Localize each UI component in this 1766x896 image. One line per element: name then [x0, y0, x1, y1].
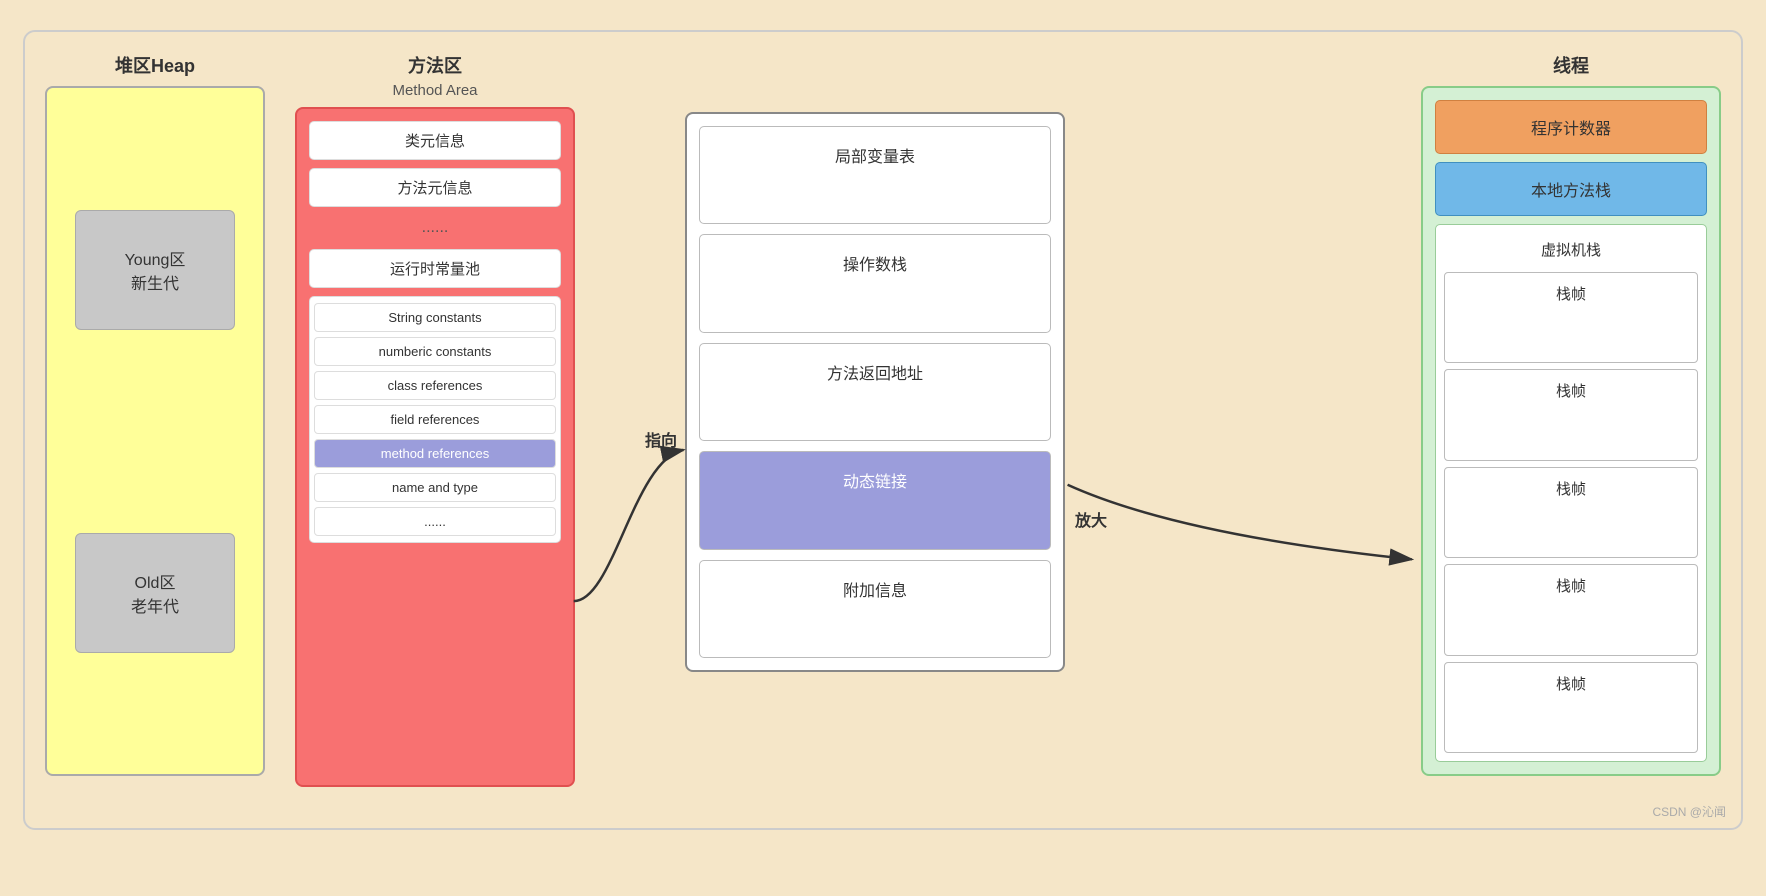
name-and-type: name and type — [314, 473, 556, 502]
method-area-box: 类元信息 方法元信息 ...... 运行时常量池 String constant… — [295, 107, 575, 787]
additional-info: 附加信息 — [699, 560, 1051, 658]
program-counter: 程序计数器 — [1435, 100, 1707, 154]
thread-section: 线程 程序计数器 本地方法栈 虚拟机栈 栈帧 栈帧 栈帧 栈帧 栈帧 — [1421, 52, 1721, 792]
frame-box: 局部变量表 操作数栈 方法返回地址 动态链接 附加信息 — [685, 112, 1065, 672]
heap-young: Young区 新生代 — [75, 210, 235, 330]
pool-dots: ...... — [314, 507, 556, 536]
watermark: CSDN @沁闻 — [1652, 803, 1726, 820]
thread-title: 线程 — [1421, 52, 1721, 78]
numeric-constants: numberic constants — [314, 337, 556, 366]
thread-frame-5: 栈帧 — [1444, 662, 1698, 753]
class-references: class references — [314, 371, 556, 400]
thread-frame-4: 栈帧 — [1444, 564, 1698, 655]
heap-title: 堆区Heap — [45, 52, 265, 78]
method-dots-1: ...... — [309, 215, 561, 241]
heap-box: Young区 新生代 Old区 老年代 — [45, 86, 265, 776]
main-container: 堆区Heap Young区 新生代 Old区 老年代 方法区 Method Ar… — [23, 30, 1743, 830]
method-meta-info: 方法元信息 — [309, 168, 561, 207]
native-method-stack: 本地方法栈 — [1435, 162, 1707, 216]
string-constants: String constants — [314, 303, 556, 332]
method-references: method references — [314, 439, 556, 468]
class-meta-info: 类元信息 — [309, 121, 561, 160]
dynamic-link: 动态链接 — [699, 451, 1051, 549]
runtime-pool-items: String constants numberic constants clas… — [309, 296, 561, 543]
frame-section: 局部变量表 操作数栈 方法返回地址 动态链接 附加信息 — [685, 112, 1065, 672]
method-area-title: 方法区 — [295, 52, 575, 78]
method-area-subtitle: Method Area — [295, 82, 575, 99]
return-address: 方法返回地址 — [699, 343, 1051, 441]
thread-frame-1: 栈帧 — [1444, 272, 1698, 363]
thread-box: 程序计数器 本地方法栈 虚拟机栈 栈帧 栈帧 栈帧 栈帧 栈帧 — [1421, 86, 1721, 776]
method-section: 方法区 Method Area 类元信息 方法元信息 ...... 运行时常量池… — [295, 52, 575, 792]
runtime-pool-label: 运行时常量池 — [309, 249, 561, 288]
field-references: field references — [314, 405, 556, 434]
thread-frame-3: 栈帧 — [1444, 467, 1698, 558]
virtual-stack-title: 虚拟机栈 — [1444, 233, 1698, 266]
zhixiang-label: 指向 — [645, 427, 677, 451]
fangda-label: 放大 — [1075, 507, 1107, 531]
heap-section: 堆区Heap Young区 新生代 Old区 老年代 — [45, 52, 265, 792]
thread-frame-2: 栈帧 — [1444, 369, 1698, 460]
virtual-machine-stack: 虚拟机栈 栈帧 栈帧 栈帧 栈帧 栈帧 — [1435, 224, 1707, 762]
heap-old: Old区 老年代 — [75, 533, 235, 653]
local-var-table: 局部变量表 — [699, 126, 1051, 224]
operand-stack: 操作数栈 — [699, 234, 1051, 332]
